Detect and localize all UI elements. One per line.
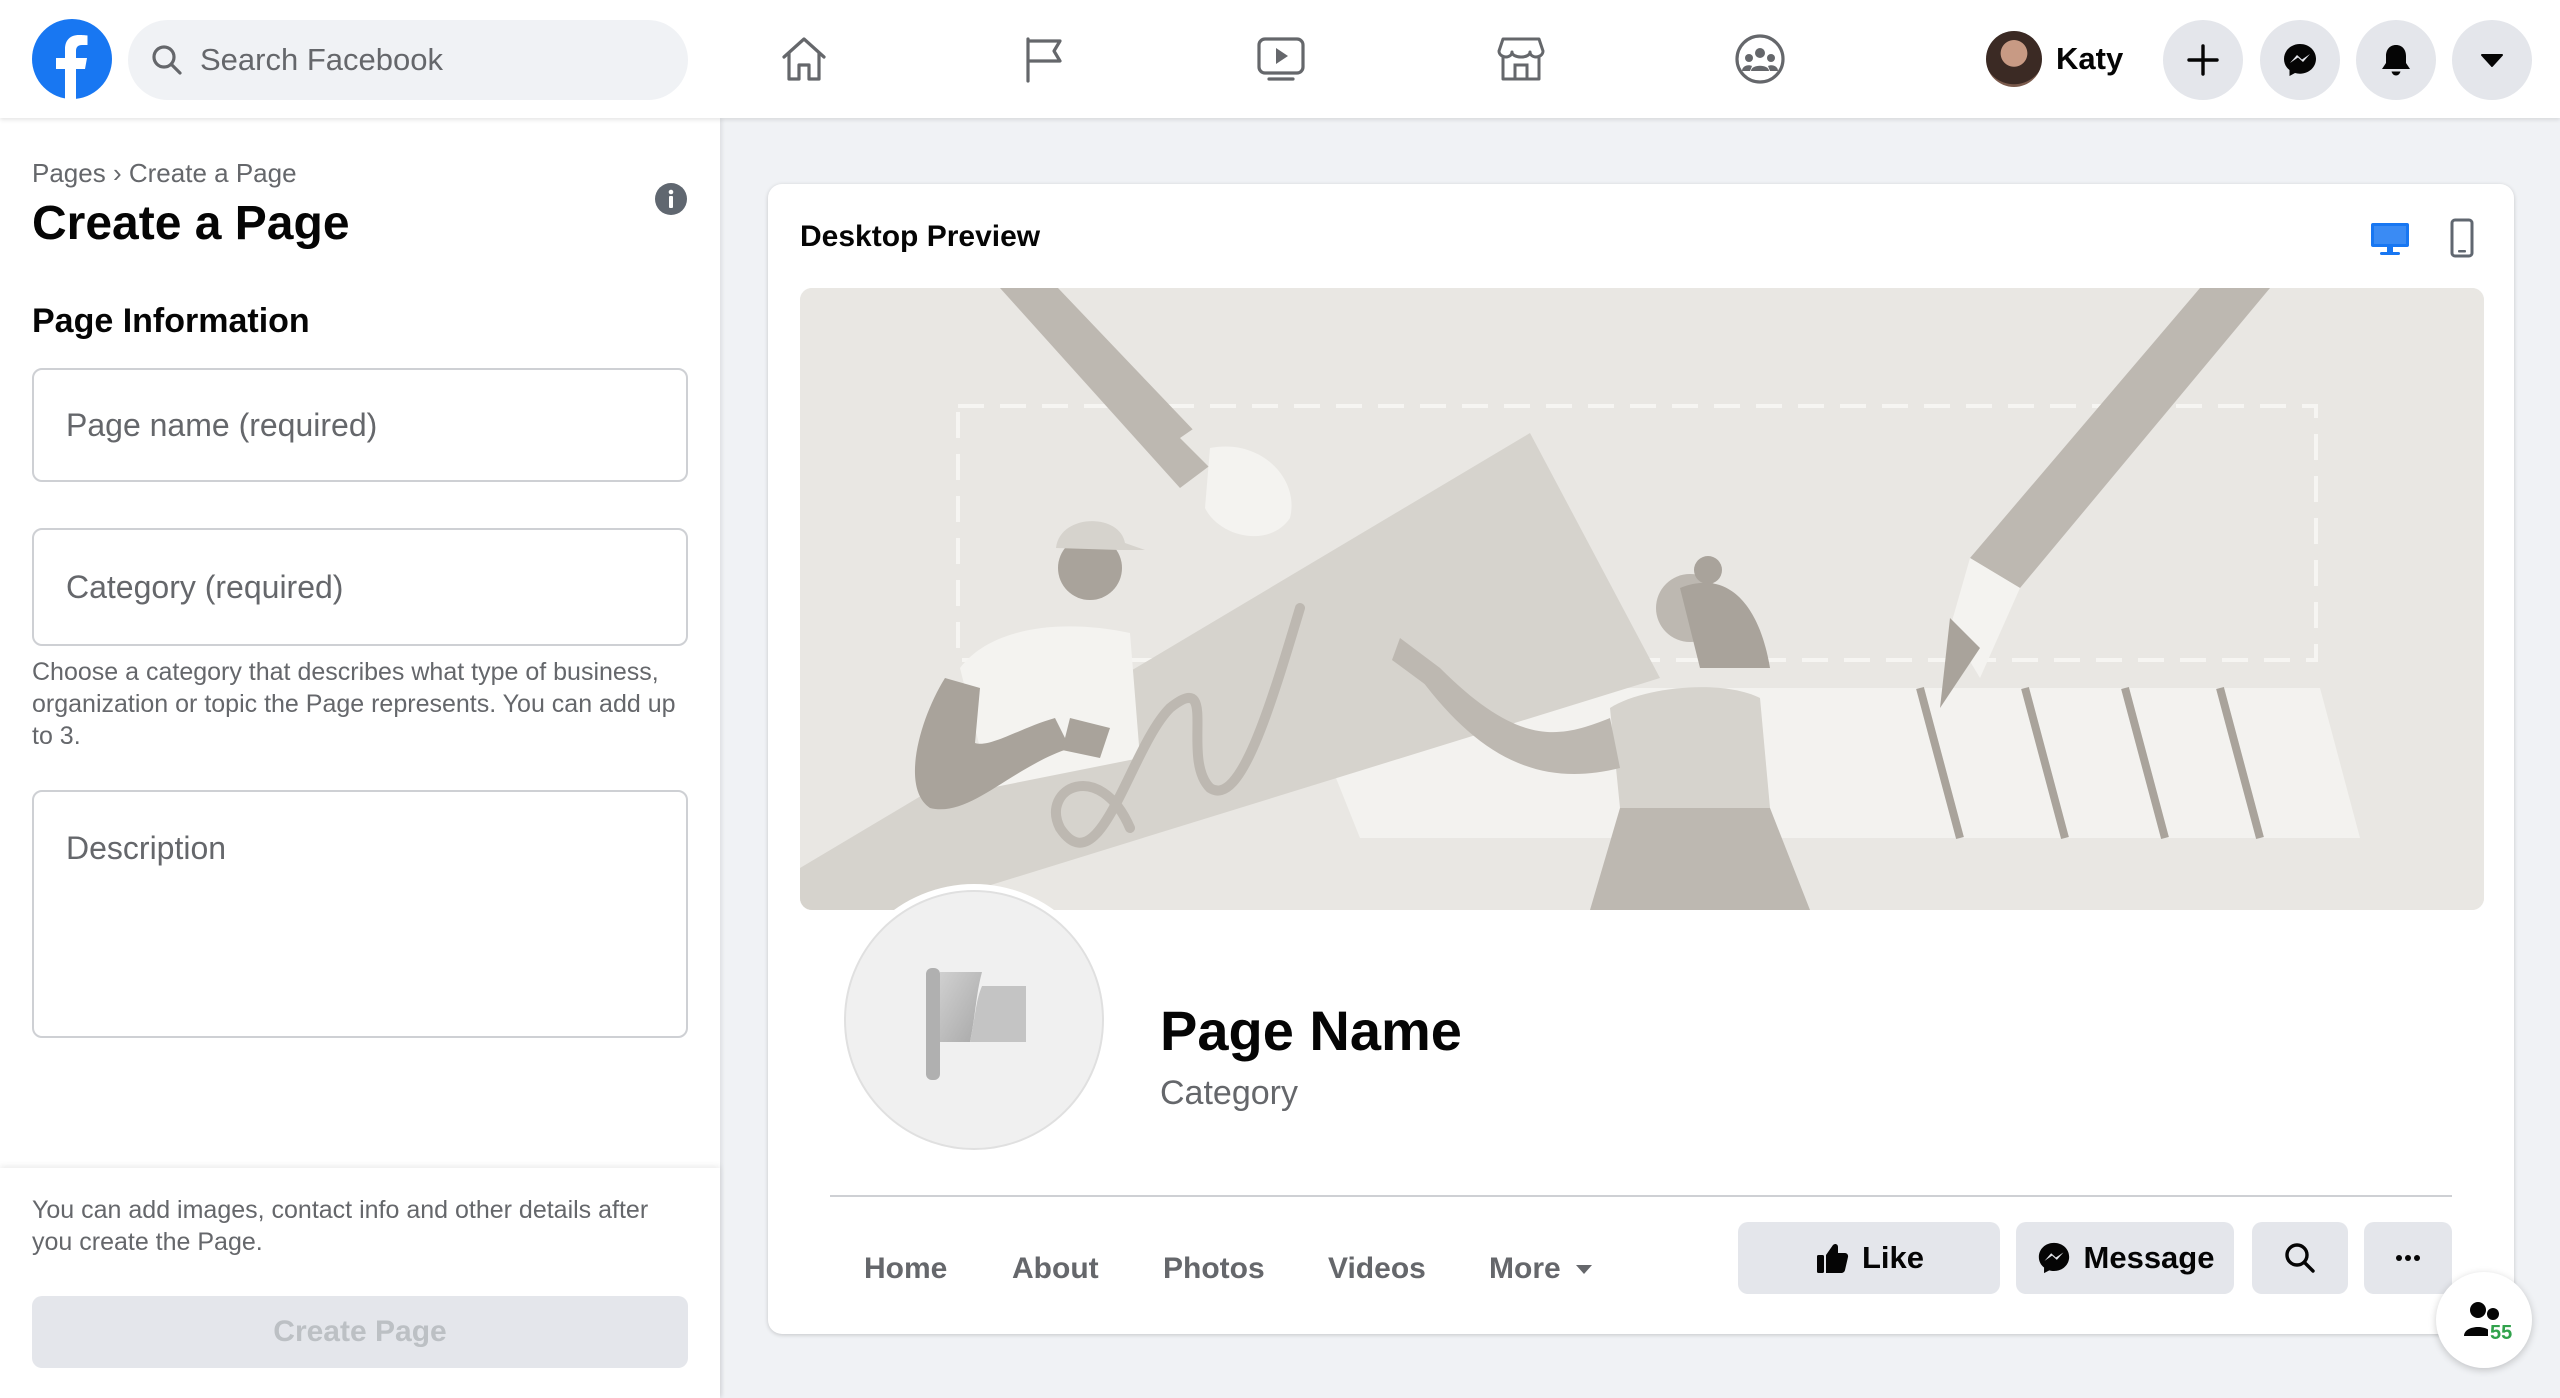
search-page-button[interactable] [2252,1222,2348,1294]
tab-more[interactable]: More [1489,1234,1595,1304]
account-menu-button[interactable] [2452,20,2532,100]
store-icon [1497,37,1545,81]
nav-tab-groups[interactable] [1650,14,1870,104]
tab-home-label: Home [864,1252,948,1285]
messenger-button[interactable] [2260,20,2340,100]
cover-photo-illustration [800,288,2484,910]
profile-divider [830,1195,2452,1197]
profile-picture[interactable] [838,884,1110,1156]
bell-icon [2382,45,2410,76]
home-icon [782,37,826,81]
breadcrumb-current: Create a Page [128,158,297,188]
description-textarea[interactable] [34,792,686,1036]
preview-title: Desktop Preview [800,220,1041,253]
top-navigation-bar: Katy [0,0,2560,118]
page-name-input[interactable] [34,370,686,480]
mobile-icon[interactable] [2440,216,2484,260]
tab-videos[interactable]: Videos [1328,1234,1426,1304]
nav-tab-pages[interactable] [934,14,1154,104]
tab-about-label: About [1012,1252,1099,1285]
create-page-panel: Pages › Create a Page Create a Page Page… [0,118,720,1398]
video-icon [1257,37,1305,81]
messenger-icon [2038,1242,2069,1274]
page-title: Create a Page [32,197,350,250]
flag-placeholder-icon [926,968,1026,1080]
preview-page-name: Page Name [1160,999,1462,1062]
breadcrumb-separator: › [112,158,122,188]
tab-photos-label: Photos [1163,1252,1265,1285]
category-helper-text: Choose a category that describes what ty… [32,658,676,750]
avatar [1986,31,2042,87]
messenger-icon [2284,44,2316,76]
tab-videos-label: Videos [1328,1252,1426,1285]
category-input[interactable] [34,530,686,644]
groups-icon [1735,34,1785,84]
tab-more-label: More [1489,1252,1561,1285]
online-contacts-count: 55 [2488,1322,2515,1345]
notifications-button[interactable] [2356,20,2436,100]
info-icon[interactable] [654,182,688,216]
nav-tab-watch[interactable] [1171,14,1391,104]
tab-photos[interactable]: Photos [1163,1234,1265,1304]
caret-down-icon [1575,1265,1592,1274]
panel-footer: You can add images, contact info and oth… [0,1168,720,1398]
description-field[interactable] [32,790,688,1038]
caret-down-icon [2481,54,2503,67]
ellipsis-icon [2396,1255,2420,1261]
message-button[interactable]: Message [2016,1222,2234,1294]
desktop-preview-card: Desktop Preview Page Name Category Home … [768,184,2514,1334]
more-options-button[interactable] [2364,1222,2452,1294]
footer-info-text: You can add images, contact info and oth… [32,1196,649,1256]
profile-picture-placeholder [844,890,1104,1150]
tab-home[interactable]: Home [864,1234,947,1304]
tab-about[interactable]: About [1012,1234,1099,1304]
breadcrumb: Pages › Create a Page [32,158,297,189]
message-label: Message [2083,1240,2215,1275]
nav-tab-marketplace[interactable] [1411,14,1631,104]
nav-tab-home[interactable] [694,14,914,104]
cover-illustration-image [800,288,2484,910]
create-menu-button[interactable] [2163,20,2243,100]
preview-category: Category [1160,1074,1298,1112]
profile-shortcut[interactable]: Katy [1978,26,2135,92]
search-icon [2285,1243,2315,1273]
section-title-page-information: Page Information [32,302,310,340]
contacts-bubble-button[interactable]: 55 [2436,1272,2532,1368]
profile-name: Katy [2056,41,2124,76]
category-field[interactable] [32,528,688,646]
like-button[interactable]: Like [1738,1222,2000,1294]
search-icon [152,45,182,75]
page-name-field[interactable] [32,368,688,482]
search-input[interactable] [200,42,670,78]
desktop-icon[interactable] [2368,216,2412,260]
search-bar[interactable] [128,20,688,100]
plus-icon [2187,44,2219,76]
create-page-button[interactable]: Create Page [32,1296,688,1368]
like-label: Like [1861,1240,1925,1275]
flag-icon [1026,37,1062,83]
facebook-logo-icon[interactable] [32,19,112,99]
breadcrumb-pages-link[interactable]: Pages [32,158,106,188]
thumbs-up-icon [1816,1243,1849,1273]
